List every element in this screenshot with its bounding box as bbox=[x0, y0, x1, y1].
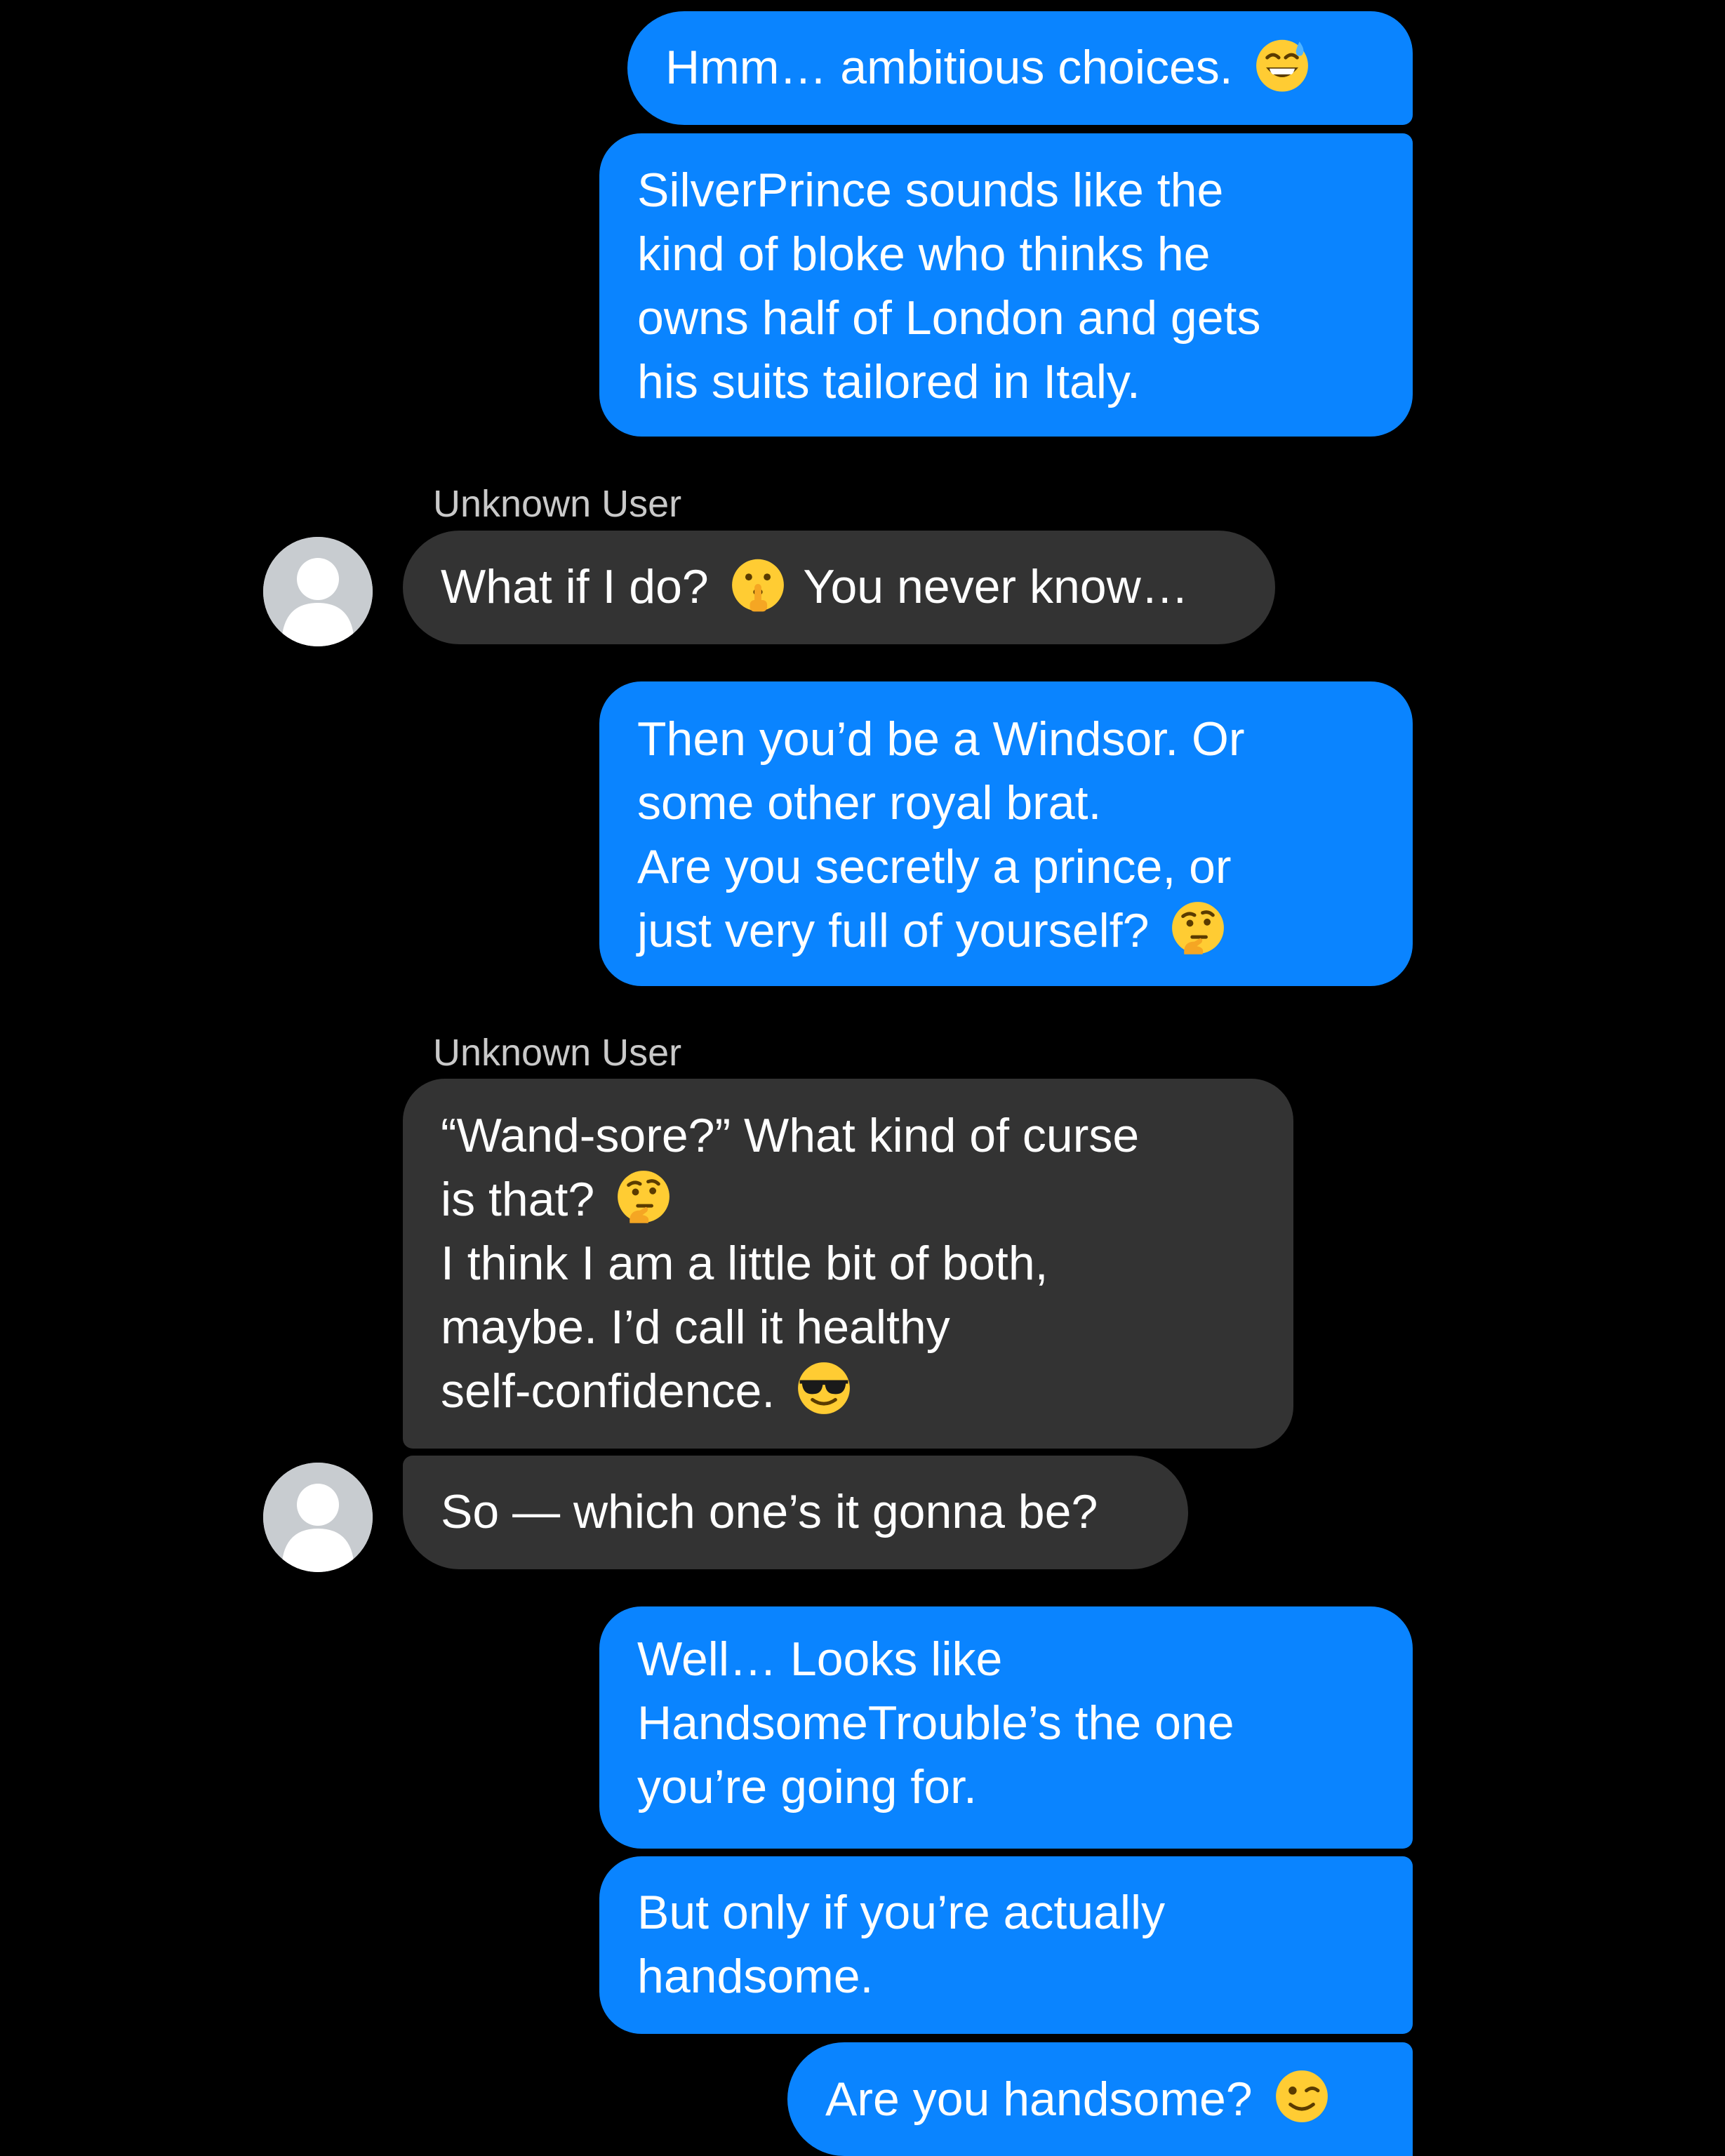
message-text: So — which one’s it gonna be? bbox=[441, 1485, 1098, 1538]
message-text: What if I do? bbox=[441, 560, 709, 613]
message-text: You never know… bbox=[803, 560, 1189, 613]
message-text: Well… Looks like bbox=[637, 1632, 1003, 1686]
message-bubble-incoming[interactable]: What if I do? You never know… bbox=[403, 531, 1275, 644]
message-bubble-incoming[interactable]: “Wand-sore?” What kind of curse is that?… bbox=[403, 1079, 1293, 1449]
message-text: Are you secretly a prince, or bbox=[637, 840, 1232, 893]
user-placeholder-icon bbox=[263, 537, 373, 646]
message-bubble-outgoing[interactable]: But only if you’re actually handsome. bbox=[599, 1856, 1413, 2034]
sender-name: Unknown User bbox=[433, 483, 682, 525]
message-text: Then you’d be a Windsor. Or bbox=[637, 712, 1245, 766]
message-text: his suits tailored in Italy. bbox=[637, 355, 1140, 408]
avatar[interactable] bbox=[263, 537, 373, 646]
message-text: some other royal brat. bbox=[637, 776, 1102, 830]
message-text: self-confidence. bbox=[441, 1364, 775, 1418]
message-text: just very full of yourself? bbox=[637, 904, 1150, 957]
message-bubble-incoming[interactable]: So — which one’s it gonna be? bbox=[403, 1456, 1188, 1569]
message-text: owns half of London and gets bbox=[637, 291, 1261, 345]
message-text: Hmm… ambitious choices. bbox=[665, 41, 1233, 94]
sunglasses-face-emoji-icon bbox=[798, 1362, 851, 1414]
shushing-face-emoji-icon bbox=[731, 559, 784, 612]
sweat-smile-emoji-icon bbox=[1256, 39, 1308, 92]
thinking-face-emoji-icon bbox=[618, 1171, 670, 1223]
message-text: I think I am a little bit of both, bbox=[441, 1237, 1048, 1290]
message-text: SilverPrince sounds like the bbox=[637, 164, 1224, 217]
sender-name: Unknown User bbox=[433, 1032, 682, 1074]
message-bubble-outgoing[interactable]: Are you handsome? bbox=[787, 2042, 1413, 2156]
avatar[interactable] bbox=[263, 1463, 373, 1572]
message-bubble-outgoing[interactable]: Hmm… ambitious choices. bbox=[627, 11, 1413, 125]
user-placeholder-icon bbox=[263, 1463, 373, 1572]
winking-face-emoji-icon bbox=[1275, 2070, 1328, 2122]
message-text: handsome. bbox=[637, 1950, 874, 2003]
message-text: is that? bbox=[441, 1173, 595, 1226]
message-text: Are you handsome? bbox=[825, 2072, 1253, 2126]
message-text: HandsomeTrouble’s the one bbox=[637, 1696, 1234, 1750]
message-text: you’re going for. bbox=[637, 1760, 977, 1814]
message-text: But only if you’re actually bbox=[637, 1886, 1166, 1939]
thinking-face-emoji-icon bbox=[1172, 902, 1225, 954]
message-bubble-outgoing[interactable]: Then you’d be a Windsor. Or some other r… bbox=[599, 681, 1413, 986]
message-bubble-outgoing[interactable]: SilverPrince sounds like the kind of blo… bbox=[599, 133, 1413, 437]
message-bubble-outgoing[interactable]: Well… Looks like HandsomeTrouble’s the o… bbox=[599, 1606, 1413, 1849]
message-text: maybe. I’d call it healthy bbox=[441, 1300, 950, 1354]
message-text: “Wand-sore?” What kind of curse bbox=[441, 1109, 1140, 1162]
message-text: kind of bloke who thinks he bbox=[637, 227, 1211, 281]
